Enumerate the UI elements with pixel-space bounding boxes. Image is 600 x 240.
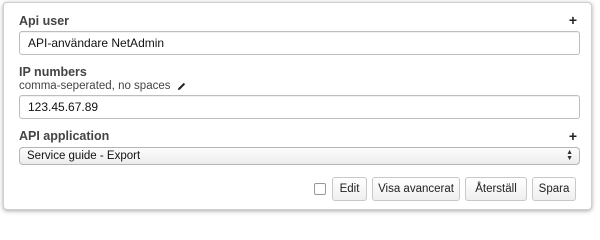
reset-button[interactable]: Återställ <box>465 177 527 201</box>
edit-button[interactable]: Edit <box>332 177 367 201</box>
api-user-form-panel: Api user + IP numbers comma-seperated, n… <box>3 2 592 210</box>
select-arrows-icon: ▲ ▼ <box>566 149 573 162</box>
api-user-label: Api user <box>19 14 70 28</box>
add-api-application-icon[interactable]: + <box>569 129 577 143</box>
api-application-select[interactable]: Service guide - Export ▲ ▼ <box>19 147 580 165</box>
show-advanced-button[interactable]: Visa avancerat <box>372 177 460 201</box>
edit-checkbox[interactable] <box>314 183 326 195</box>
ip-numbers-label: IP numbers <box>19 65 87 79</box>
ip-numbers-hint: comma-seperated, no spaces <box>19 80 187 92</box>
add-api-user-icon[interactable]: + <box>569 13 577 27</box>
api-user-input[interactable] <box>19 31 580 55</box>
ip-numbers-input[interactable] <box>19 95 580 119</box>
ip-numbers-hint-text: comma-seperated, no spaces <box>19 80 171 92</box>
pencil-icon[interactable] <box>176 81 187 92</box>
save-button[interactable]: Spara <box>532 177 576 201</box>
api-application-selected: Service guide - Export <box>27 150 141 162</box>
api-application-label: API application <box>19 129 110 143</box>
